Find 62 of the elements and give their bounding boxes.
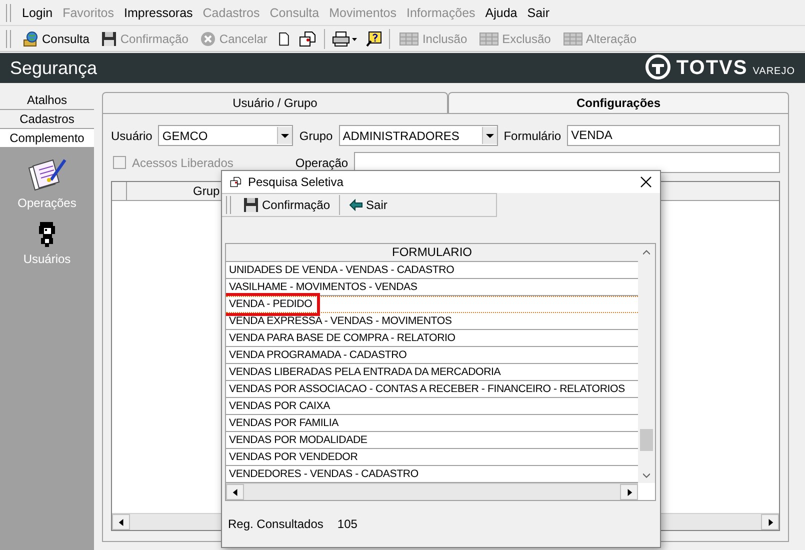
checkbox-label: Acessos Liberados [132, 156, 234, 170]
logo-icon [645, 54, 672, 82]
documents-icon [26, 158, 67, 192]
pages-icon [230, 176, 242, 188]
grid-icon [399, 30, 420, 46]
grid-icon [562, 30, 583, 46]
caret-icon[interactable] [482, 127, 497, 144]
sidebar-tab[interactable]: Complemento [0, 129, 94, 148]
list-row[interactable]: VENDAS LIBERADAS PELA ENTRADA DA MERCADORIA [226, 364, 638, 381]
field-label: Operação [295, 156, 348, 170]
input-field[interactable]: VENDA [567, 125, 780, 146]
scroll-right-icon[interactable] [620, 484, 638, 500]
printer-icon[interactable] [332, 30, 358, 46]
status-label: Reg. Consultados [228, 517, 324, 531]
dialog-title: Pesquisa Seletiva [248, 175, 344, 189]
list-row[interactable]: VENDA - PEDIDO [226, 296, 638, 313]
page-icon[interactable] [277, 30, 292, 46]
menu-item[interactable]: Impressoras [119, 6, 198, 20]
toolbar-button[interactable]: Sair [343, 194, 394, 216]
list-row[interactable]: VENDAS POR ASSOCIACAO - CONTAS A RECEBER - FINANCEIRO - RELATORIOS [226, 381, 638, 398]
toolbar-button[interactable]: Consulta [17, 28, 96, 50]
scroll-left-icon[interactable] [226, 484, 244, 500]
status-value: 105 [337, 517, 358, 531]
field-label: Grupo [299, 128, 333, 142]
arrow-icon [349, 199, 364, 211]
list-row[interactable]: UNIDADES DE VENDA - VENDAS - CADASTRO [226, 262, 638, 279]
field-label: Usuário [111, 128, 152, 142]
scroll-left-icon[interactable] [112, 514, 130, 530]
grid-icon [479, 30, 500, 46]
list-row[interactable]: VASILHAME - MOVIMENTOS - VENDAS [226, 279, 638, 296]
horizontal-scrollbar[interactable] [226, 483, 638, 500]
list-row[interactable]: VENDAS POR VENDEDOR [226, 449, 638, 466]
scroll-thumb[interactable] [640, 429, 653, 451]
list-row[interactable]: VENDA EXPRESSA - VENDAS - MOVIMENTOS [226, 313, 638, 330]
column-header: FORMULARIO [226, 244, 638, 262]
pages-icon[interactable] [299, 30, 318, 46]
cancel-icon [200, 30, 216, 46]
logo-subtext: VAREJO [752, 66, 795, 76]
list-row[interactable]: VENDAS POR MODALIDADE [226, 432, 638, 449]
page-title: Segurança [10, 58, 98, 78]
dropdown[interactable]: GEMCO [158, 125, 294, 146]
list-row[interactable]: VENDAS POR CAIXA [226, 398, 638, 415]
logo-text: TOTVS [676, 56, 748, 80]
list-row[interactable]: VENDAS POR FAMILIA [226, 415, 638, 432]
help-icon[interactable] [366, 30, 382, 46]
scroll-right-icon[interactable] [761, 514, 779, 530]
toolbar-button[interactable]: Confirmação [237, 194, 336, 216]
caret-icon[interactable] [277, 127, 292, 144]
list-row[interactable]: VENDA PARA BASE DE COMPRA - RELATORIO [226, 330, 638, 347]
menu-item[interactable]: Ajuda [480, 6, 522, 20]
vertical-scrollbar[interactable] [638, 244, 655, 483]
tab[interactable]: Configurações [448, 92, 789, 113]
close-icon[interactable] [640, 176, 652, 188]
menu-item[interactable]: Sair [522, 6, 554, 20]
list-row[interactable]: VENDA PROGRAMADA - CADASTRO [226, 347, 638, 364]
column-header: Grup [192, 183, 220, 200]
tab[interactable]: Usuário / Grupo [102, 92, 448, 113]
menu-item[interactable]: Login [17, 6, 58, 20]
dropdown[interactable]: ADMINISTRADORES [338, 125, 498, 146]
input-field[interactable] [354, 152, 780, 173]
globe-icon [23, 30, 39, 46]
field-label: Formulário [504, 128, 562, 142]
